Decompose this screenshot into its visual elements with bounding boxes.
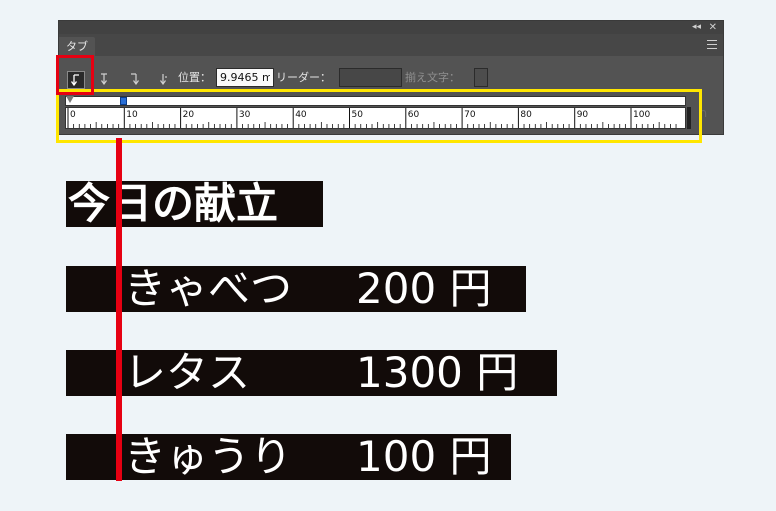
align-char-input[interactable] xyxy=(474,68,488,87)
panel-menu-icon[interactable] xyxy=(707,40,717,49)
item-name: きゃべつ xyxy=(124,264,293,313)
position-label: 位置： xyxy=(178,71,211,84)
left-tab-highlight-frame xyxy=(56,55,94,95)
menu-row: きゅうり 100 円 xyxy=(66,434,511,480)
panel-title-bar: ◂◂ ✕ xyxy=(59,21,723,34)
leader-label: リーダー： xyxy=(276,71,331,84)
ruler-highlight-frame xyxy=(56,89,702,143)
decimal-justified-tab-icon xyxy=(160,74,167,85)
item-price: 200 円 xyxy=(356,264,492,313)
item-price: 100 円 xyxy=(356,432,492,481)
right-justified-tab-button[interactable] xyxy=(126,71,142,87)
center-justified-tab-button[interactable] xyxy=(96,71,112,87)
item-price: 1300 円 xyxy=(356,348,519,397)
tab-position-guide xyxy=(116,138,122,481)
position-input[interactable] xyxy=(216,68,274,87)
item-name: きゅうり xyxy=(124,432,293,481)
menu-row: きゃべつ 200 円 xyxy=(66,266,526,312)
collapse-icon[interactable]: ◂◂ xyxy=(692,22,701,33)
tab-tabs[interactable]: タブ xyxy=(59,37,95,56)
close-icon[interactable]: ✕ xyxy=(709,22,717,33)
menu-title: 今日の献立 xyxy=(66,181,323,227)
item-name: レタス xyxy=(124,348,251,397)
right-justified-tab-icon xyxy=(131,73,139,85)
panel-tabstrip: タブ xyxy=(59,34,723,56)
decimal-justified-tab-button[interactable] xyxy=(155,71,171,87)
menu-row: レタス 1300 円 xyxy=(66,350,557,396)
center-justified-tab-icon xyxy=(101,73,107,85)
leader-input[interactable] xyxy=(339,68,402,87)
align-char-label: 揃え文字： xyxy=(405,71,460,84)
